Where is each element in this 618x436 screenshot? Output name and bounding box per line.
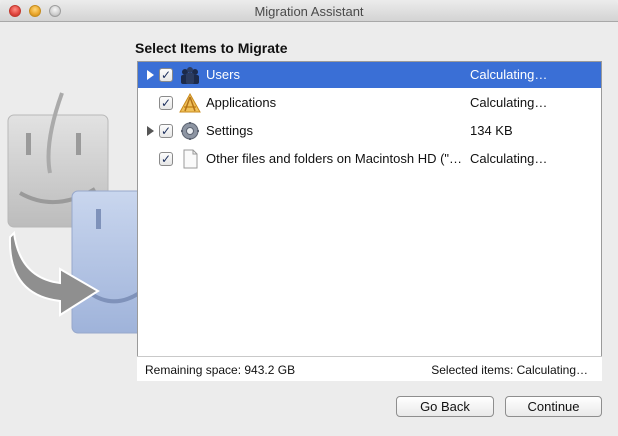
item-label: Applications bbox=[206, 95, 277, 110]
item-size: Calculating… bbox=[470, 151, 548, 166]
other-files-checkbox[interactable]: ✓ bbox=[159, 152, 173, 166]
remaining-space-text: Remaining space: 943.2 GB bbox=[145, 363, 296, 377]
list-status-bar: Remaining space: 943.2 GB Selected items… bbox=[137, 356, 602, 381]
item-label: Users bbox=[206, 67, 240, 82]
item-label: Other files and folders on Macintosh HD … bbox=[206, 151, 463, 166]
window-title: Migration Assistant bbox=[254, 4, 364, 19]
disclosure-triangle-icon[interactable] bbox=[147, 126, 154, 136]
selected-items-text: Selected items: Calculating… bbox=[431, 363, 588, 377]
go-back-button[interactable]: Go Back bbox=[396, 396, 494, 417]
item-size: Calculating… bbox=[470, 95, 548, 110]
document-icon bbox=[183, 149, 198, 169]
disclosure-triangle-icon[interactable] bbox=[147, 70, 154, 80]
item-label: Settings bbox=[206, 123, 253, 138]
migration-items-list[interactable]: ✓ Users Calculating… ✓ Applications Calc… bbox=[137, 61, 602, 381]
settings-checkbox[interactable]: ✓ bbox=[159, 124, 173, 138]
migration-assistant-window: Migration Assistant Select Items to Migr… bbox=[0, 0, 618, 436]
list-item-applications[interactable]: ✓ Applications Calculating… bbox=[138, 90, 601, 116]
window-content: Select Items to Migrate ✓ Users Calculat… bbox=[0, 23, 618, 436]
users-icon bbox=[181, 67, 199, 84]
select-items-heading: Select Items to Migrate bbox=[135, 40, 288, 56]
applications-checkbox[interactable]: ✓ bbox=[159, 96, 173, 110]
item-size: Calculating… bbox=[470, 67, 548, 82]
item-size: 134 KB bbox=[470, 123, 513, 138]
title-bar: Migration Assistant bbox=[0, 0, 618, 22]
users-checkbox[interactable]: ✓ bbox=[159, 68, 173, 82]
list-item-settings[interactable]: ✓ Settings 134 KB bbox=[138, 118, 601, 144]
settings-gear-icon bbox=[181, 122, 199, 140]
applications-icon bbox=[179, 93, 201, 113]
continue-button[interactable]: Continue bbox=[505, 396, 602, 417]
list-item-users[interactable]: ✓ Users Calculating… bbox=[138, 62, 601, 88]
list-item-other-files[interactable]: ✓ Other files and folders on Macintosh H… bbox=[138, 146, 601, 172]
